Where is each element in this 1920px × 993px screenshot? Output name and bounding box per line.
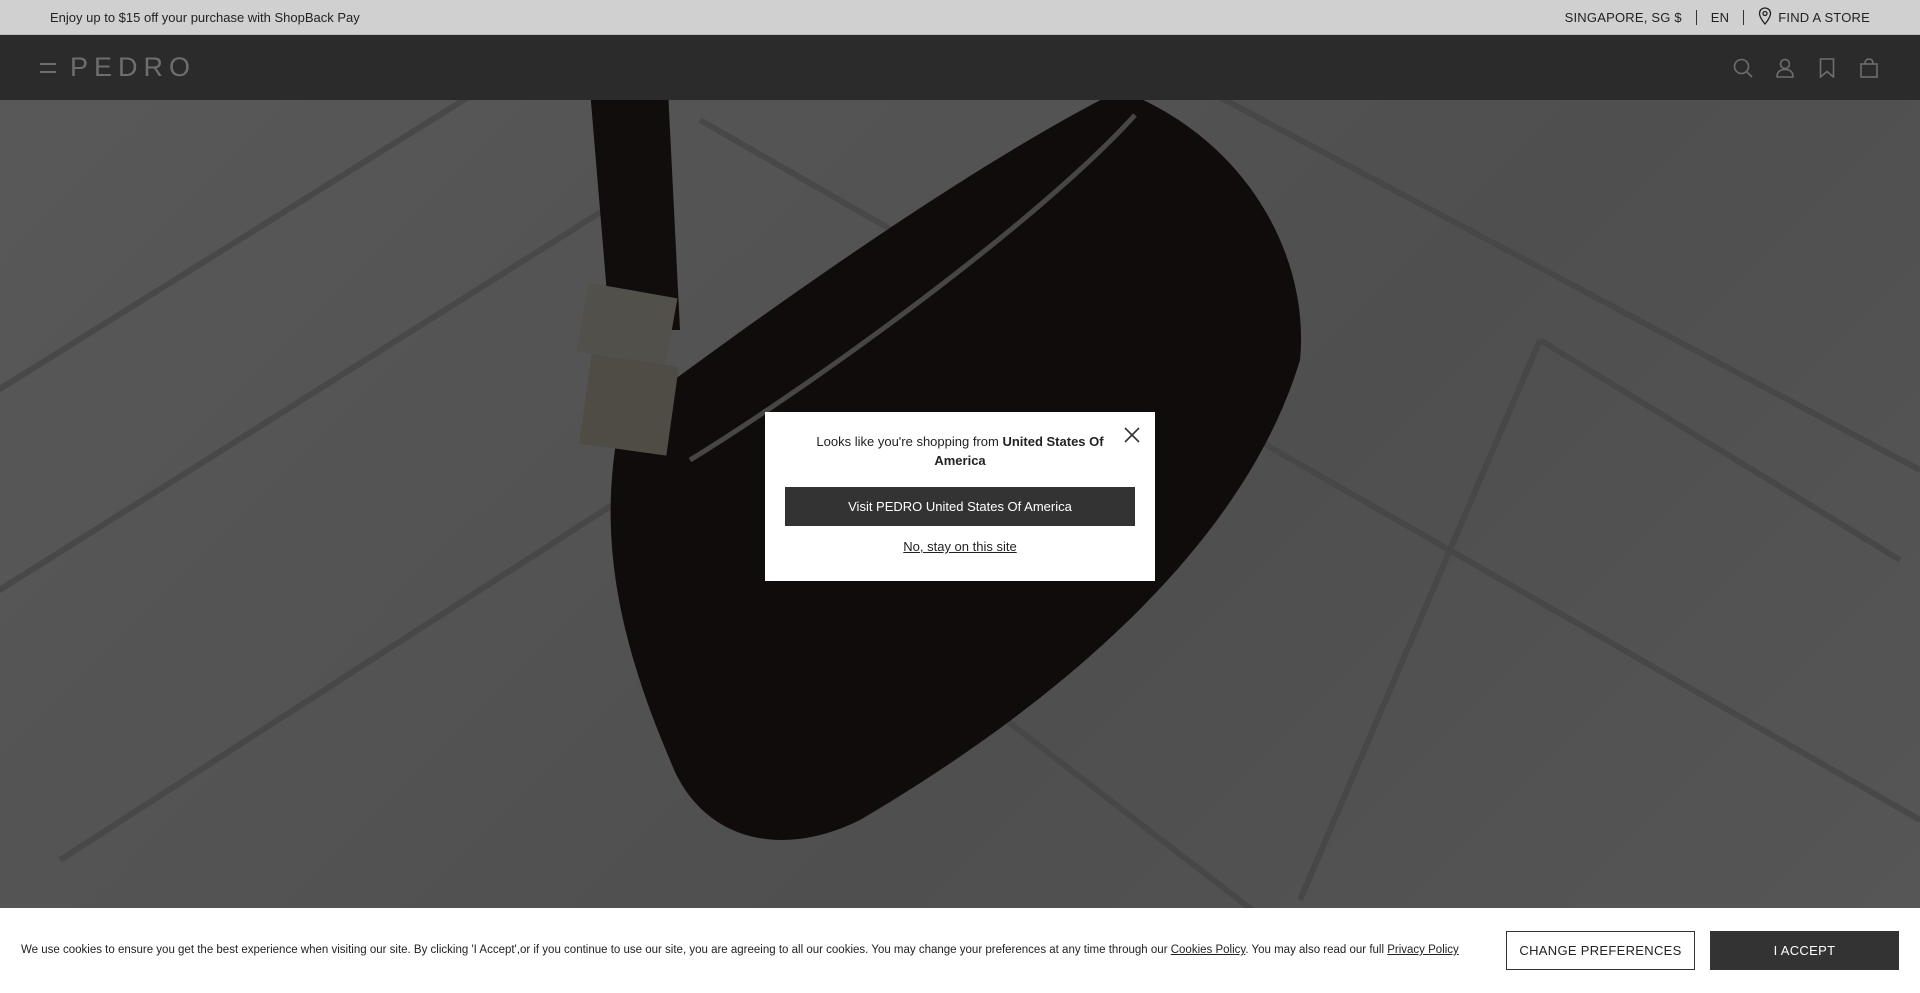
find-store-label: FIND A STORE: [1778, 9, 1870, 25]
accept-cookies-button[interactable]: I ACCEPT: [1710, 931, 1899, 970]
modal-message: Looks like you're shopping from United S…: [785, 432, 1135, 470]
visit-us-site-button[interactable]: Visit PEDRO United States Of America: [785, 487, 1135, 526]
wishlist-icon[interactable]: [1816, 57, 1838, 79]
header-actions: [1732, 57, 1880, 79]
divider: [1743, 9, 1745, 25]
language-selector[interactable]: EN: [1711, 10, 1729, 25]
account-icon[interactable]: [1774, 57, 1796, 79]
stay-on-site-link[interactable]: No, stay on this site: [785, 539, 1135, 554]
search-icon[interactable]: [1732, 57, 1754, 79]
site-header: PEDRO: [0, 35, 1920, 100]
cookie-banner: We use cookies to ensure you get the bes…: [0, 908, 1920, 993]
divider: [1695, 9, 1697, 25]
menu-icon[interactable]: [40, 62, 56, 73]
location-pin-icon: [1758, 6, 1772, 28]
change-preferences-button[interactable]: CHANGE PREFERENCES: [1506, 931, 1695, 970]
find-store-link[interactable]: FIND A STORE: [1758, 6, 1870, 28]
modal-message-prefix: Looks like you're shopping from: [816, 434, 1003, 449]
cookie-text-2: . You may also read our full: [1245, 944, 1388, 956]
privacy-policy-link[interactable]: Privacy Policy: [1387, 944, 1459, 956]
promo-text: Enjoy up to $15 off your purchase with S…: [50, 9, 360, 25]
top-utility-links: SINGAPORE, SG $ EN FIND A STORE: [1565, 6, 1870, 28]
cookie-text-1: We use cookies to ensure you get the bes…: [21, 944, 1171, 956]
site-logo[interactable]: PEDRO: [70, 52, 196, 83]
cookie-actions: CHANGE PREFERENCES I ACCEPT: [1506, 931, 1899, 970]
bag-icon[interactable]: [1858, 57, 1880, 79]
cookies-policy-link[interactable]: Cookies Policy: [1171, 944, 1246, 956]
region-selector[interactable]: SINGAPORE, SG $: [1565, 10, 1682, 25]
close-icon[interactable]: [1123, 426, 1141, 444]
cookie-message: We use cookies to ensure you get the bes…: [21, 940, 1481, 961]
country-redirect-modal: Looks like you're shopping from United S…: [765, 412, 1155, 581]
promo-bar: Enjoy up to $15 off your purchase with S…: [0, 0, 1920, 35]
